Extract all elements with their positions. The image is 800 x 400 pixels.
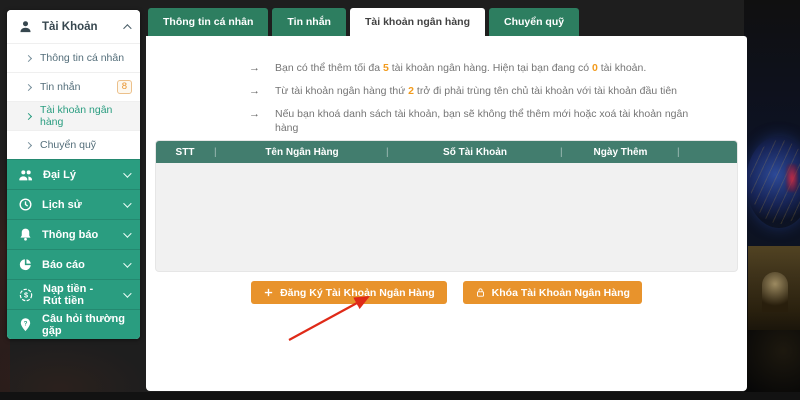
lock-icon xyxy=(475,287,486,298)
sidebar-item-label: Báo cáo xyxy=(42,259,114,271)
users-icon xyxy=(18,167,34,183)
sidebar-section-label: Tài Khoản xyxy=(42,21,114,33)
bank-accounts-table: STT | Tên Ngân Hàng | Số Tài Khoản | Ngà… xyxy=(155,140,738,272)
column-header-date-added: Ngày Thêm xyxy=(564,147,677,158)
arrow-bullet-icon: → xyxy=(249,84,260,98)
note-max-accounts: → Bạn có thể thêm tối đa 5 tài khoản ngâ… xyxy=(249,61,697,75)
button-label: Khóa Tài Khoản Ngân Hàng xyxy=(492,287,630,299)
lock-bank-account-button[interactable]: Khóa Tài Khoản Ngân Hàng xyxy=(463,281,642,304)
question-pin-icon: ? xyxy=(18,317,33,332)
background-balloon xyxy=(746,136,800,228)
chevron-right-icon xyxy=(25,141,32,148)
chevron-down-icon xyxy=(123,169,131,177)
chevron-right-icon xyxy=(25,112,32,119)
svg-text:$: $ xyxy=(24,290,28,299)
sidebar-item-agent[interactable]: Đại Lý xyxy=(7,159,140,189)
sidebar-section-account[interactable]: Tài Khoản xyxy=(7,10,140,43)
chevron-down-icon xyxy=(123,289,131,297)
tab-label: Tin nhắn xyxy=(287,16,331,28)
svg-text:?: ? xyxy=(24,320,28,327)
chevron-down-icon xyxy=(123,199,131,207)
sidebar-item-reports[interactable]: Báo cáo xyxy=(7,249,140,279)
tab-personal-info[interactable]: Thông tin cá nhân xyxy=(148,8,268,36)
chevron-down-icon xyxy=(123,229,131,237)
sidebar-item-label: Câu hỏi thường gặp xyxy=(42,313,129,337)
sidebar-item-fund-transfer[interactable]: Chuyển quỹ xyxy=(7,130,140,159)
arrow-bullet-icon: → xyxy=(249,61,260,75)
sidebar-item-bank-accounts[interactable]: Tài khoản ngân hàng xyxy=(7,101,140,130)
tab-label: Chuyển quỹ xyxy=(504,16,564,28)
person-icon xyxy=(18,19,33,34)
messages-count-badge: 8 xyxy=(117,80,132,94)
tab-label: Tài khoản ngân hàng xyxy=(365,16,470,28)
sidebar-item-label: Tin nhắn xyxy=(40,81,108,93)
register-bank-account-button[interactable]: Đăng Ký Tài Khoản Ngân Hàng xyxy=(251,281,447,304)
tab-messages[interactable]: Tin nhắn xyxy=(272,8,346,36)
tab-label: Thông tin cá nhân xyxy=(163,16,253,28)
column-separator: | xyxy=(677,147,681,158)
bank-accounts-panel: → Bạn có thể thêm tối đa 5 tài khoản ngâ… xyxy=(146,36,747,391)
notes-list: → Bạn có thể thêm tối đa 5 tài khoản ngâ… xyxy=(146,36,747,135)
background-building xyxy=(748,246,800,338)
column-header-stt: STT xyxy=(156,147,214,158)
background-neon-sign xyxy=(786,164,798,192)
chevron-up-icon xyxy=(123,24,131,32)
sidebar-item-label: Thông tin cá nhân xyxy=(40,52,132,64)
tab-fund-transfer[interactable]: Chuyển quỹ xyxy=(489,8,579,36)
column-header-account-number: Số Tài Khoản xyxy=(390,147,560,158)
sidebar: Tài Khoản Thông tin cá nhân Tin nhắn 8 T… xyxy=(7,10,140,339)
sidebar-item-personal-info[interactable]: Thông tin cá nhân xyxy=(7,43,140,72)
background-trees xyxy=(744,330,800,400)
background-arch xyxy=(762,272,788,312)
sidebar-item-notifications[interactable]: Thông báo xyxy=(7,219,140,249)
sidebar-item-label: Chuyển quỹ xyxy=(40,139,132,151)
tab-bank-accounts[interactable]: Tài khoản ngân hàng xyxy=(350,8,485,36)
chevron-down-icon xyxy=(123,259,131,267)
history-icon xyxy=(18,197,33,212)
sidebar-item-label: Nạp tiền - Rút tiền xyxy=(43,283,114,307)
chevron-right-icon xyxy=(25,83,32,90)
table-header-row: STT | Tên Ngân Hàng | Số Tài Khoản | Ngà… xyxy=(156,141,737,163)
background-balloon-lattice xyxy=(750,140,800,224)
arrow-bullet-icon: → xyxy=(249,107,260,135)
tab-bar: Thông tin cá nhân Tin nhắn Tài khoản ngâ… xyxy=(148,8,579,36)
action-buttons: Đăng Ký Tài Khoản Ngân Hàng Khóa Tài Kho… xyxy=(146,281,747,304)
sidebar-item-deposit-withdraw[interactable]: $ Nạp tiền - Rút tiền xyxy=(7,279,140,309)
sidebar-item-label: Thông báo xyxy=(42,229,114,241)
sidebar-item-faq[interactable]: ? Câu hỏi thường gặp xyxy=(7,309,140,339)
note-matching-name: → Từ tài khoản ngân hàng thứ 2 trở đi ph… xyxy=(249,84,697,98)
sidebar-item-history[interactable]: Lịch sử xyxy=(7,189,140,219)
button-label: Đăng Ký Tài Khoản Ngân Hàng xyxy=(280,287,435,299)
note-lock-warning: → Nếu bạn khoá danh sách tài khoản, bạn … xyxy=(249,107,697,135)
plus-icon xyxy=(263,287,274,298)
sidebar-item-messages[interactable]: Tin nhắn 8 xyxy=(7,72,140,101)
column-header-bank-name: Tên Ngân Hàng xyxy=(218,147,386,158)
background-bottom-left xyxy=(0,340,150,400)
background-bottom-band xyxy=(0,392,800,400)
background-sky xyxy=(744,0,800,400)
sidebar-item-label: Lịch sử xyxy=(42,199,114,211)
chevron-right-icon xyxy=(25,54,32,61)
dollar-circle-icon: $ xyxy=(18,287,34,303)
pie-chart-icon xyxy=(18,257,33,272)
table-body-empty xyxy=(156,163,737,272)
sidebar-item-label: Đại Lý xyxy=(43,169,114,181)
sidebar-item-label: Tài khoản ngân hàng xyxy=(40,104,132,128)
bell-icon xyxy=(18,227,33,242)
